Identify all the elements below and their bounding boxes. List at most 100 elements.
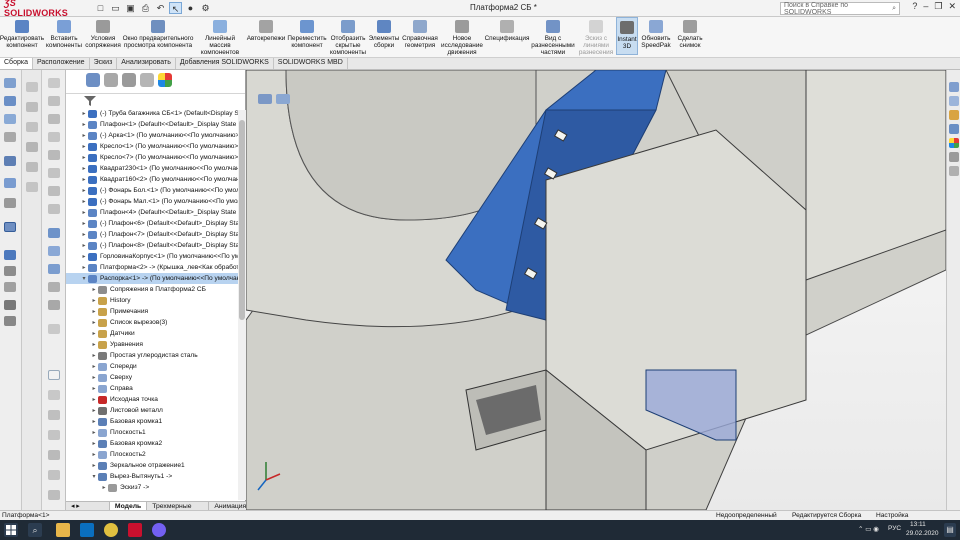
sketch-rect-icon[interactable] [26, 102, 38, 112]
tab-layout[interactable]: Расположение [33, 58, 90, 69]
tree-item[interactable]: ▸ (-) Фонарь Мал.<1> (По умолчанию<<По ум… [66, 196, 242, 207]
solidworks-logo[interactable]: ƷS SOLIDWORKS [0, 0, 80, 18]
linear-pattern-button[interactable]: Линейный массив компонентов [194, 17, 246, 56]
minimize-icon[interactable]: – [923, 1, 928, 12]
tree-item[interactable]: ▸ (-) Арка<1> (По умолчанию<<По умолчанию… [66, 130, 242, 141]
chevron-right-icon[interactable]: ▸ [80, 110, 88, 117]
chevron-right-icon[interactable]: ▸ [90, 363, 98, 370]
heads-up-view-icon-1[interactable] [258, 94, 272, 104]
tree-item[interactable]: ▸ Кресло<7> (По умолчанию<<По умолчанию>_ [66, 152, 242, 163]
sketch-line-icon[interactable] [26, 82, 38, 92]
heads-up-view-icon-2[interactable] [276, 94, 290, 104]
appearances-icon[interactable] [949, 138, 959, 148]
filter-funnel-icon[interactable] [84, 96, 96, 106]
chevron-right-icon[interactable]: ▸ [80, 209, 88, 216]
tree-item[interactable]: ▸ Кресло<1> (По умолчанию<<По умолчанию>_ [66, 141, 242, 152]
view-tool-20-icon[interactable] [48, 490, 60, 500]
chrome-taskbar-icon[interactable] [104, 523, 118, 537]
tab-mbd[interactable]: SOLIDWORKS MBD [274, 58, 348, 69]
smart-fasteners-button[interactable]: Автокрепежи [246, 17, 286, 42]
mate-button[interactable]: Условия сопряжения [84, 17, 122, 49]
tray-time[interactable]: 13:11 [910, 521, 926, 528]
bom-button[interactable]: Спецификация [484, 17, 530, 42]
tab-addins[interactable]: Добавления SOLIDWORKS [176, 58, 274, 69]
tree-item[interactable]: ▸ Уравнения [66, 339, 242, 350]
wrap-tool-icon[interactable] [4, 282, 16, 292]
view-tool-15-icon[interactable] [48, 390, 60, 400]
rebuild-icon[interactable]: ● [184, 2, 197, 14]
tree-item[interactable]: ▸ Простая углеродистая сталь [66, 350, 242, 361]
sketch-trim-icon[interactable] [26, 182, 38, 192]
search-taskbar-icon[interactable]: ⌕ [28, 523, 42, 537]
speedpak-button[interactable]: Обновить SpeedPak [638, 17, 674, 49]
tree-item[interactable]: ▸ Плоскость2 [66, 449, 242, 460]
tree-item[interactable]: ▸ Плафон<4> (Default<<Default>_Display St… [66, 207, 242, 218]
chevron-right-icon[interactable]: ▸ [100, 484, 108, 491]
assembly-features-button[interactable]: Элементы сборки [368, 17, 400, 49]
graphics-viewport[interactable] [246, 70, 946, 510]
view-tool-8-icon[interactable] [48, 204, 60, 214]
chevron-right-icon[interactable]: ▸ [90, 286, 98, 293]
chevron-right-icon[interactable]: ▸ [80, 231, 88, 238]
chevron-right-icon[interactable]: ▸ [90, 352, 98, 359]
chevron-right-icon[interactable]: ▸ [90, 385, 98, 392]
instant3d-button[interactable]: Instant 3D [616, 17, 638, 55]
view-tool-4-icon[interactable] [48, 132, 60, 142]
edit-component-button[interactable]: Редактировать компонент [0, 17, 44, 49]
tree-item[interactable]: ▸ Плоскость1 [66, 427, 242, 438]
chevron-right-icon[interactable]: ▸ [90, 297, 98, 304]
chevron-right-icon[interactable]: ▸ [80, 176, 88, 183]
view-tool-17-icon[interactable] [48, 430, 60, 440]
dimxpert-icon[interactable] [140, 73, 154, 87]
view-tool-12-icon[interactable] [48, 282, 60, 292]
chevron-right-icon[interactable]: ▸ [80, 220, 88, 227]
store-taskbar-icon[interactable] [80, 523, 94, 537]
print-icon[interactable]: ⎙ [139, 2, 152, 14]
pattern-tool-icon[interactable] [4, 266, 16, 276]
tree-item[interactable]: ▸ Базовая кромка1 [66, 416, 242, 427]
rib-tool-icon[interactable] [4, 198, 16, 208]
tree-item[interactable]: ▸ Эскиз7 -> [66, 482, 242, 493]
restore-icon[interactable]: ❐ [934, 1, 942, 12]
chevron-right-icon[interactable]: ▸ [80, 242, 88, 249]
view-tool-13-icon[interactable] [48, 300, 60, 310]
mirror-tool-icon[interactable] [4, 250, 16, 260]
forum-icon[interactable] [949, 166, 959, 176]
shell-tool-icon[interactable] [4, 178, 16, 188]
tree-item[interactable]: ▸ ГорловинаКорпус<1> (По умолчанию<<По ум… [66, 251, 242, 262]
select-pointer-icon[interactable]: ↖ [169, 2, 182, 14]
tree-item[interactable]: ▾ Распорка<1> -> (По умолчанию<<По умолча… [66, 273, 242, 284]
tree-item[interactable]: ▸ History [66, 295, 242, 306]
feature-manager-icon[interactable] [86, 73, 100, 87]
tab-evaluate[interactable]: Анализировать [117, 58, 176, 69]
windows-start-icon[interactable] [4, 523, 18, 537]
tree-item[interactable]: ▸ (-) Труба багажника СБ<1> (Default<Disp… [66, 108, 242, 119]
chevron-right-icon[interactable]: ▸ [90, 429, 98, 436]
undo-icon[interactable]: ↶ [154, 2, 167, 14]
view-tool-9-icon[interactable] [48, 228, 60, 238]
tree-item[interactable]: ▸ Датчики [66, 328, 242, 339]
tab-sketch[interactable]: Эскиз [90, 58, 118, 69]
chevron-right-icon[interactable]: ▸ [80, 121, 88, 128]
tree-item[interactable]: ▸ Исходная точка [66, 394, 242, 405]
view-tool-18-icon[interactable] [48, 450, 60, 460]
view-tool-19-icon[interactable] [48, 470, 60, 480]
chevron-right-icon[interactable]: ▸ [90, 396, 98, 403]
tree-item[interactable]: ▸ Квадрат230<1> (По умолчанию<<По умолчан… [66, 163, 242, 174]
tree-item[interactable]: ▸ (-) Плафон<6> (Default<<Default>_Displa… [66, 218, 242, 229]
view-tool-7-icon[interactable] [48, 186, 60, 196]
motion-study-button[interactable]: Новое исследование движения [440, 17, 484, 56]
tree-scrollbar-thumb[interactable] [239, 120, 245, 320]
sketch-circle-icon[interactable] [26, 122, 38, 132]
view-tool-11-icon[interactable] [48, 264, 60, 274]
view-palette-icon[interactable] [949, 124, 959, 134]
preview-window-button[interactable]: Окно предварительного просмотра компонен… [122, 17, 194, 49]
tree-item[interactable]: ▸ Платформа<2> -> (Крышка_лев<Как обработ… [66, 262, 242, 273]
view-tool-5-icon[interactable] [48, 150, 60, 160]
view-tool-2-icon[interactable] [48, 96, 60, 106]
view-tool-10-icon[interactable] [48, 246, 60, 256]
file-explorer-taskbar-icon[interactable] [56, 523, 70, 537]
insert-components-button[interactable]: Вставить компоненты [44, 17, 84, 49]
fillet-tool-icon[interactable] [4, 132, 16, 142]
show-hidden-button[interactable]: Отобразить скрытые компоненты [328, 17, 368, 56]
